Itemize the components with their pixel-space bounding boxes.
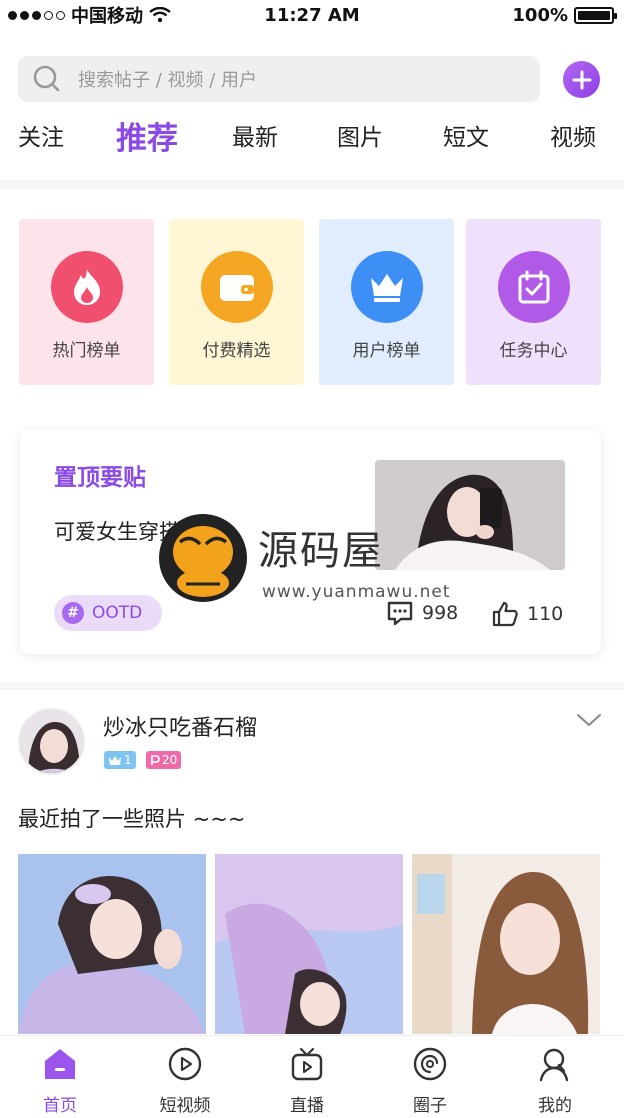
category-icon-circle: [51, 251, 123, 323]
nav-label: 圈子: [413, 1096, 447, 1116]
bottom-nav: 首页 短视频 直播 圈子 我的: [0, 1035, 624, 1118]
post-username[interactable]: 炒冰只吃番石榴: [103, 710, 257, 742]
status-bar: 中国移动 11:27 AM 100%: [0, 0, 624, 30]
category-task-center[interactable]: 任务中心: [466, 219, 601, 385]
search-placeholder: 搜索帖子 / 视频 / 用户: [78, 70, 258, 91]
battery-percent: 100%: [512, 4, 568, 26]
photo-image: [215, 854, 403, 1034]
points-badge-value: 20: [162, 753, 178, 767]
like-count[interactable]: 110: [491, 600, 563, 628]
category-label: 任务中心: [499, 341, 568, 361]
category-hot-ranking[interactable]: 热门榜单: [19, 219, 154, 385]
photo-image: [18, 854, 206, 1034]
category-label: 热门榜单: [52, 341, 121, 361]
tab-short-text[interactable]: 短文: [443, 118, 489, 152]
nav-short-video[interactable]: 短视频: [125, 1036, 245, 1118]
level-badge: 1: [104, 751, 136, 769]
category-label: 付费精选: [202, 341, 271, 361]
add-post-button[interactable]: [563, 61, 600, 98]
nav-label: 首页: [43, 1096, 77, 1116]
crown-small-icon: [109, 755, 121, 765]
photo-image: [412, 854, 600, 1034]
post-text: 最近拍了一些照片 ~~~: [18, 807, 246, 831]
watermark: 源码屋 www.yuanmawu.net: [158, 508, 478, 612]
battery-fill: [578, 10, 610, 20]
points-badge: 20: [146, 751, 182, 769]
nav-label: 我的: [538, 1096, 572, 1116]
tv-icon: [291, 1047, 323, 1081]
pinned-title: 置顶要贴: [54, 464, 146, 491]
post-photo[interactable]: [18, 854, 206, 1034]
flame-icon: [74, 269, 100, 305]
search-icon: [33, 65, 60, 92]
category-user-ranking[interactable]: 用户榜单: [319, 219, 454, 385]
points-icon: [151, 754, 160, 765]
tag-label: OOTD: [92, 603, 143, 623]
chevron-down-icon: [577, 714, 601, 726]
like-count-value: 110: [527, 603, 564, 625]
hashtag-icon: #: [62, 602, 84, 624]
feed-tabs: 关注 推荐 最新 图片 短文 视频: [0, 118, 624, 166]
nav-circle[interactable]: 圈子: [370, 1036, 490, 1118]
battery-icon: [574, 6, 617, 24]
play-circle-icon: [168, 1047, 202, 1081]
nav-label: 直播: [290, 1096, 324, 1116]
status-right: 100%: [512, 4, 617, 26]
category-icon-circle: [201, 251, 273, 323]
circle-spiral-icon: [413, 1047, 447, 1081]
tab-following[interactable]: 关注: [18, 118, 64, 152]
watermark-title: 源码屋: [258, 528, 384, 574]
user-icon: [539, 1048, 569, 1082]
thumbs-up-icon: [492, 601, 518, 627]
divider: [0, 682, 624, 690]
post-options-button[interactable]: [576, 712, 602, 732]
nav-label: 短视频: [159, 1096, 211, 1116]
post-photo[interactable]: [215, 854, 403, 1034]
wallet-icon: [220, 275, 254, 301]
watermark-url: www.yuanmawu.net: [262, 582, 451, 602]
category-paid-picks[interactable]: 付费精选: [169, 219, 304, 385]
tab-recommended[interactable]: 推荐: [116, 113, 178, 158]
post-photo[interactable]: [412, 854, 600, 1034]
tab-latest[interactable]: 最新: [232, 118, 278, 152]
category-icon-circle: [351, 251, 423, 323]
tab-videos[interactable]: 视频: [550, 118, 596, 152]
home-icon: [45, 1049, 75, 1079]
search-input[interactable]: 搜索帖子 / 视频 / 用户: [18, 56, 540, 102]
level-badge-value: 1: [124, 753, 132, 767]
divider: [0, 180, 624, 189]
nav-profile[interactable]: 我的: [495, 1036, 615, 1118]
calendar-check-icon: [518, 270, 550, 304]
crown-icon: [371, 274, 403, 302]
category-icon-circle: [498, 251, 570, 323]
topic-tag[interactable]: # OOTD: [54, 595, 162, 631]
category-label: 用户榜单: [352, 341, 421, 361]
nav-live[interactable]: 直播: [247, 1036, 367, 1118]
nav-home[interactable]: 首页: [0, 1036, 120, 1118]
plus-icon: [572, 70, 591, 89]
monkey-logo-icon: [159, 514, 247, 602]
avatar-photo: [20, 710, 83, 773]
tab-images[interactable]: 图片: [337, 118, 383, 152]
avatar[interactable]: [18, 708, 85, 775]
